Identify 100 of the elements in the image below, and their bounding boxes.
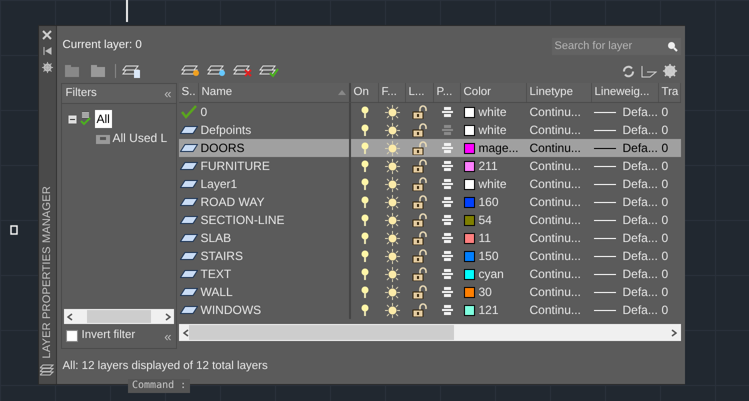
lit-bulb-icon[interactable] [360, 196, 368, 208]
column-header[interactable]: On [350, 83, 378, 102]
column-header[interactable]: F... [378, 83, 406, 102]
lit-bulb-icon[interactable] [360, 106, 368, 118]
printer-icon[interactable] [442, 251, 452, 261]
column-header[interactable]: Name [198, 83, 350, 102]
lit-bulb-icon[interactable] [360, 214, 368, 226]
tree-item[interactable]: All [94, 110, 112, 128]
lit-bulb-icon[interactable] [360, 160, 368, 172]
pin-icon[interactable] [42, 46, 52, 56]
layer-row[interactable]: SECTION-LINE 54 Continu... Defa... 0 [178, 211, 680, 229]
transparency-cell-text: 0 [660, 212, 670, 229]
column-header[interactable]: L... [406, 83, 434, 102]
sun-icon[interactable] [384, 176, 400, 192]
printer-icon[interactable] [442, 179, 452, 189]
column-header[interactable]: Tra [658, 83, 680, 102]
color-swatch[interactable] [464, 196, 474, 208]
layer-row[interactable]: DOORS mage... Continu... Defa... 0 [178, 139, 680, 157]
collapse-button[interactable]: « [164, 87, 172, 100]
sun-icon[interactable] [384, 122, 400, 138]
layer-row[interactable]: WINDOWS 121 Continu... Defa... 0 [178, 301, 680, 319]
sun-icon[interactable] [384, 266, 400, 282]
color-swatch[interactable] [464, 304, 474, 316]
open-lock-icon[interactable] [412, 195, 428, 209]
sun-icon[interactable] [384, 230, 400, 246]
lit-bulb-icon[interactable] [360, 178, 368, 190]
layer-row[interactable]: WALL 30 Continu... Defa... 0 [178, 283, 680, 301]
layer-icon [180, 162, 198, 170]
color-swatch[interactable] [464, 286, 474, 298]
color-swatch[interactable] [464, 232, 474, 244]
printer-icon[interactable] [442, 233, 452, 243]
printer-icon[interactable] [442, 161, 452, 171]
open-lock-icon[interactable] [412, 231, 428, 245]
printer-icon[interactable] [442, 107, 452, 117]
open-lock-icon[interactable] [412, 303, 428, 317]
color-swatch[interactable] [464, 124, 474, 136]
column-header[interactable]: P... [434, 83, 460, 102]
lit-bulb-icon[interactable] [360, 232, 368, 244]
sun-icon[interactable] [384, 158, 400, 174]
sun-icon[interactable] [384, 302, 400, 318]
open-lock-icon[interactable] [412, 159, 428, 173]
printer-icon[interactable] [442, 305, 452, 315]
current-layer-label: Current layer: 0 [62, 38, 142, 54]
refresh-icon[interactable] [622, 64, 634, 78]
sun-icon[interactable] [384, 194, 400, 210]
layer-row[interactable]: 0 white Continu... Defa... 0 [178, 103, 680, 121]
color-swatch[interactable] [464, 178, 474, 190]
color-swatch[interactable] [464, 250, 474, 262]
layer-row[interactable]: TEXT cyan Continu... Defa... 0 [178, 265, 680, 283]
sun-icon[interactable] [384, 248, 400, 264]
sun-icon[interactable] [384, 212, 400, 228]
open-lock-icon[interactable] [412, 123, 428, 137]
scrollbar[interactable] [64, 309, 174, 324]
gear-icon[interactable] [42, 62, 53, 73]
expander-icon[interactable] [68, 114, 76, 124]
printer-icon[interactable] [442, 215, 452, 225]
open-lock-icon[interactable] [412, 267, 428, 281]
color-swatch[interactable] [464, 268, 474, 280]
open-lock-icon[interactable] [412, 285, 428, 299]
tree-item[interactable]: All Used L [112, 129, 168, 147]
lit-bulb-icon[interactable] [360, 304, 368, 316]
search-field[interactable]: Search for layer [552, 38, 680, 54]
column-header[interactable]: S.. [178, 83, 198, 102]
color-swatch[interactable] [464, 142, 474, 154]
lit-bulb-icon[interactable] [360, 286, 368, 298]
column-header[interactable]: Lineweig... [592, 83, 658, 102]
lit-bulb-icon[interactable] [360, 268, 368, 280]
invert-filter-checkbox[interactable] [66, 330, 78, 342]
color-swatch[interactable] [464, 106, 474, 118]
printer-icon[interactable] [442, 287, 452, 297]
color-swatch[interactable] [464, 160, 474, 172]
scrollbar[interactable] [178, 324, 680, 341]
settings-icon[interactable] [662, 64, 676, 78]
color-swatch[interactable] [464, 214, 474, 226]
open-lock-icon[interactable] [412, 105, 428, 119]
open-lock-icon[interactable] [412, 249, 428, 263]
layer-row[interactable]: STAIRS 150 Continu... Defa... 0 [178, 247, 680, 265]
lit-bulb-icon[interactable] [360, 124, 368, 136]
column-header[interactable]: Linetype [526, 83, 592, 102]
new-frozen-layer-icon[interactable] [206, 64, 226, 78]
column-header[interactable]: Color [460, 83, 526, 102]
sun-icon[interactable] [384, 284, 400, 300]
open-lock-icon[interactable] [412, 141, 428, 155]
open-lock-icon[interactable] [412, 213, 428, 227]
set-current-icon[interactable] [258, 64, 278, 78]
printer-icon[interactable] [442, 269, 452, 279]
layer-row[interactable]: SLAB 11 Continu... Defa... 0 [178, 229, 680, 247]
close-icon[interactable] [42, 30, 52, 40]
layer-row[interactable]: FURNITURE 211 Continu... Defa... 0 [178, 157, 680, 175]
lit-bulb-icon[interactable] [360, 250, 368, 262]
delete-layer-icon[interactable] [232, 64, 252, 78]
layer-row[interactable]: Layer1 white Continu... Defa... 0 [178, 175, 680, 193]
layer-settings-icon[interactable] [640, 64, 656, 78]
sun-icon[interactable] [384, 104, 400, 120]
collapse-button[interactable]: « [164, 330, 172, 342]
open-lock-icon[interactable] [412, 177, 428, 191]
new-layer-icon[interactable] [180, 64, 200, 78]
printer-icon[interactable] [442, 197, 452, 207]
layer-states-icon[interactable] [122, 64, 142, 78]
layer-row[interactable]: ROAD WAY 160 Continu... Defa... 0 [178, 193, 680, 211]
